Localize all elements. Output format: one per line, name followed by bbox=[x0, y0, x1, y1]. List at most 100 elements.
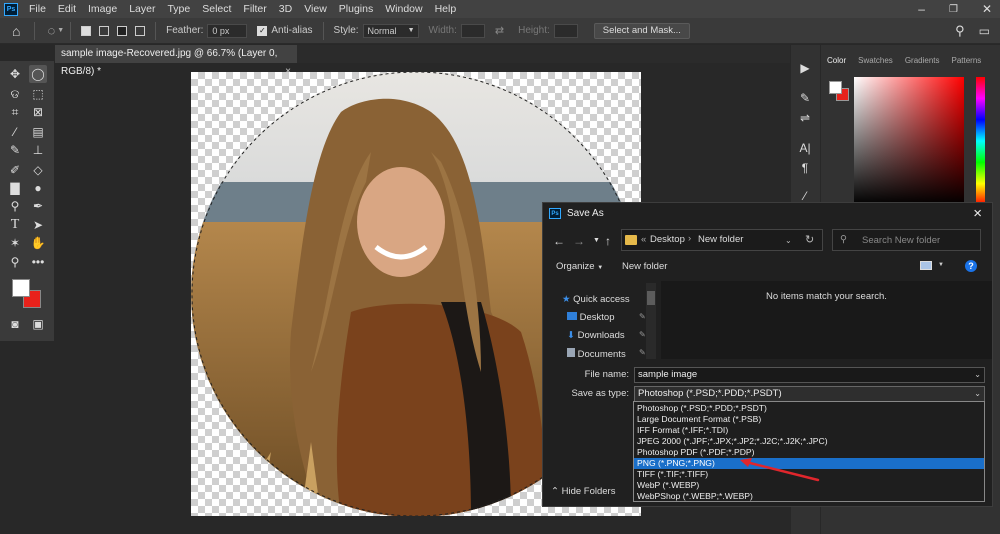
blur-tool-icon[interactable]: ● bbox=[29, 179, 47, 197]
height-input[interactable] bbox=[553, 23, 578, 38]
zoom-tool-icon[interactable]: ⚲ bbox=[6, 253, 24, 271]
workspace-icon[interactable]: ▭ bbox=[979, 24, 990, 38]
feather-input[interactable]: 0 px bbox=[207, 23, 248, 38]
tab-swatches[interactable]: Swatches bbox=[852, 53, 899, 69]
chevron-down-icon[interactable]: ▼ bbox=[57, 27, 64, 34]
healing-brush-icon[interactable]: ▤ bbox=[29, 123, 47, 141]
dialog-close-icon[interactable]: × bbox=[973, 205, 982, 222]
search-input[interactable]: ⚲ Search New folder bbox=[832, 229, 981, 251]
nav-documents[interactable]: Documents ✎ bbox=[567, 348, 646, 360]
tab-patterns[interactable]: Patterns bbox=[946, 53, 988, 69]
color-picker-field[interactable] bbox=[854, 77, 964, 205]
menu-help[interactable]: Help bbox=[429, 0, 463, 18]
foreground-color-swatch[interactable] bbox=[12, 279, 30, 297]
intersect-selection-icon[interactable] bbox=[135, 25, 146, 36]
object-selection-tool-icon[interactable]: ⬚ bbox=[29, 85, 47, 103]
hue-slider[interactable] bbox=[976, 77, 985, 205]
subtract-selection-icon[interactable] bbox=[117, 25, 128, 36]
tab-color[interactable]: Color bbox=[821, 53, 852, 69]
chevron-down-icon[interactable]: ▼ bbox=[938, 262, 944, 268]
close-window-icon[interactable]: ✕ bbox=[982, 2, 992, 16]
breadcrumb-new-folder[interactable]: New folder bbox=[698, 234, 743, 245]
type-option-iff[interactable]: IFF Format (*.IFF;*.TDI) bbox=[634, 425, 984, 436]
width-input[interactable] bbox=[460, 23, 485, 38]
adjustments-icon[interactable]: ⇌ bbox=[796, 109, 814, 127]
type-option-psb[interactable]: Large Document Format (*.PSB) bbox=[634, 414, 984, 425]
address-dropdown-icon[interactable]: ⌄ bbox=[785, 236, 792, 245]
brush-settings-icon[interactable]: ✎ bbox=[796, 89, 814, 107]
back-arrow-icon[interactable]: ← bbox=[553, 234, 565, 248]
move-tool-icon[interactable]: ✥ bbox=[6, 65, 24, 83]
menu-select[interactable]: Select bbox=[196, 0, 237, 18]
menu-3d[interactable]: 3D bbox=[273, 0, 298, 18]
history-brush-icon[interactable]: ✐ bbox=[6, 161, 24, 179]
lasso-tool-icon[interactable]: ଡ bbox=[6, 85, 24, 103]
recent-chevron-icon[interactable]: ▼ bbox=[593, 237, 600, 244]
refresh-icon[interactable]: ↻ bbox=[805, 233, 814, 246]
hand-tool-icon[interactable]: ✋ bbox=[29, 234, 47, 252]
address-bar[interactable]: « Desktop › New folder ⌄ ↻ bbox=[621, 229, 823, 251]
restore-icon[interactable]: ❐ bbox=[949, 4, 958, 15]
style-select[interactable]: Normal ▼ bbox=[362, 23, 419, 38]
breadcrumb-desktop[interactable]: Desktop bbox=[650, 234, 685, 245]
menu-view[interactable]: View bbox=[298, 0, 333, 18]
organize-menu[interactable]: Organize ▼ bbox=[556, 261, 603, 272]
add-to-selection-icon[interactable] bbox=[99, 25, 110, 36]
scrollbar-thumb[interactable] bbox=[647, 291, 655, 305]
antialias-checkbox[interactable]: ✓ bbox=[257, 25, 268, 36]
file-list[interactable]: No items match your search. bbox=[661, 281, 992, 359]
shape-tool-icon[interactable]: ✶ bbox=[6, 234, 24, 252]
view-options-icon[interactable] bbox=[920, 261, 932, 270]
menu-plugins[interactable]: Plugins bbox=[333, 0, 379, 18]
select-and-mask-button[interactable]: Select and Mask... bbox=[593, 22, 690, 39]
character-icon[interactable]: A| bbox=[796, 139, 814, 157]
elliptical-marquee-preset-icon[interactable]: ◌ bbox=[47, 23, 55, 38]
type-option-psd[interactable]: Photoshop (*.PSD;*.PDD;*.PSDT) bbox=[634, 403, 984, 414]
tab-gradients[interactable]: Gradients bbox=[899, 53, 946, 69]
new-folder-button[interactable]: New folder bbox=[622, 261, 667, 272]
forward-arrow-icon[interactable]: → bbox=[573, 234, 585, 248]
type-option-jpeg2000[interactable]: JPEG 2000 (*.JPF;*.JPX;*.JP2;*.J2C;*.J2K… bbox=[634, 436, 984, 447]
menu-type[interactable]: Type bbox=[161, 0, 196, 18]
brush-tool-icon[interactable]: ✎ bbox=[6, 141, 24, 159]
type-tool-icon[interactable]: T bbox=[6, 216, 24, 234]
eraser-tool-icon[interactable]: ◇ bbox=[29, 161, 47, 179]
home-icon[interactable]: ⌂ bbox=[12, 23, 20, 39]
save-type-select[interactable]: Photoshop (*.PSD;*.PDD;*.PSDT) ⌄ bbox=[634, 386, 985, 402]
nav-scrollbar[interactable] bbox=[646, 283, 656, 359]
paragraph-icon[interactable]: ¶ bbox=[796, 159, 814, 177]
menu-filter[interactable]: Filter bbox=[237, 0, 272, 18]
dodge-tool-icon[interactable]: ⚲ bbox=[6, 197, 24, 215]
chevron-down-icon[interactable]: ⌄ bbox=[974, 368, 981, 382]
minimize-icon[interactable]: – bbox=[918, 2, 925, 16]
menu-file[interactable]: File bbox=[23, 0, 52, 18]
type-option-webpshop[interactable]: WebPShop (*.WEBP;*.WEBP) bbox=[634, 491, 984, 502]
menu-window[interactable]: Window bbox=[379, 0, 428, 18]
frame-tool-icon[interactable]: ⊠ bbox=[29, 103, 47, 121]
eyedropper-tool-icon[interactable]: ⁄ bbox=[6, 123, 24, 141]
gradient-tool-icon[interactable]: ▇ bbox=[6, 179, 24, 197]
search-icon[interactable]: ⚲ bbox=[955, 23, 965, 39]
document-tab[interactable]: sample image-Recovered.jpg @ 66.7% (Laye… bbox=[55, 45, 297, 77]
pen-tool-icon[interactable]: ✒ bbox=[29, 197, 47, 215]
menu-edit[interactable]: Edit bbox=[52, 0, 82, 18]
nav-desktop[interactable]: Desktop ✎ bbox=[567, 312, 646, 323]
quick-mask-icon[interactable]: ◙ bbox=[6, 315, 24, 333]
nav-quick-access[interactable]: ★ Quick access bbox=[562, 294, 630, 305]
screen-mode-icon[interactable]: ▣ bbox=[29, 315, 47, 333]
help-icon[interactable]: ? bbox=[965, 260, 977, 272]
crop-tool-icon[interactable]: ⌗ bbox=[6, 103, 24, 121]
file-name-input[interactable]: sample image ⌄ bbox=[634, 367, 985, 383]
panel-foreground-swatch[interactable] bbox=[829, 81, 842, 94]
hide-folders-button[interactable]: ⌃ Hide Folders bbox=[551, 486, 615, 497]
menu-layer[interactable]: Layer bbox=[123, 0, 161, 18]
stamp-tool-icon[interactable]: ⊥ bbox=[29, 141, 47, 159]
play-icon[interactable]: ▶ bbox=[796, 59, 814, 77]
new-selection-icon[interactable] bbox=[81, 25, 92, 36]
nav-downloads[interactable]: ⬇ Downloads ✎ bbox=[567, 330, 646, 341]
menu-image[interactable]: Image bbox=[82, 0, 123, 18]
chevron-down-icon[interactable]: ⌄ bbox=[974, 387, 981, 401]
path-selection-icon[interactable]: ➤ bbox=[29, 216, 47, 234]
up-arrow-icon[interactable]: ↑ bbox=[605, 234, 611, 248]
more-tools-icon[interactable]: ••• bbox=[29, 253, 47, 271]
